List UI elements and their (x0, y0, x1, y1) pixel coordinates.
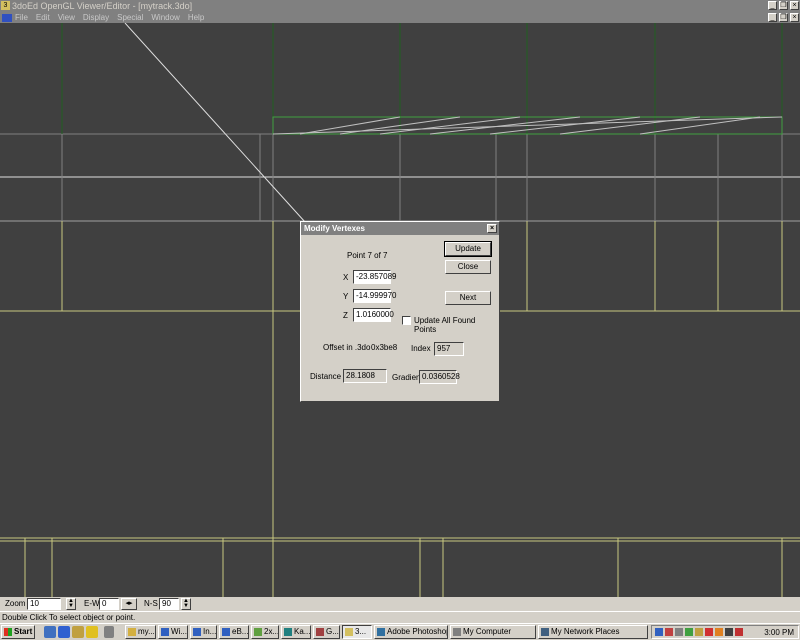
dialog-close-button[interactable]: × (487, 224, 497, 233)
menu-help[interactable]: Help (188, 13, 204, 22)
window-title: 3doEd OpenGL Viewer/Editor - [mytrack.3d… (12, 1, 193, 11)
index-label: Index (411, 344, 431, 353)
app-icon (284, 628, 292, 636)
y-field[interactable]: -14.999970 (353, 289, 396, 303)
ns-field[interactable]: 90 (159, 598, 179, 610)
ew-field[interactable]: 0 (99, 598, 119, 610)
tray-icon[interactable] (695, 628, 703, 636)
start-button[interactable]: Start (1, 625, 35, 639)
z-field[interactable]: 1.0160000 (353, 308, 394, 322)
dialog-title-bar: Modify Vertexes × (301, 222, 499, 235)
distance-label: Distance (310, 372, 342, 381)
task-button-4[interactable]: 2x... (251, 625, 279, 639)
windows-logo-icon (4, 628, 12, 636)
ew-spinner-icon[interactable]: ◂▸ (121, 598, 137, 610)
desktop-icon[interactable] (44, 626, 56, 638)
x-label: X (343, 273, 349, 282)
photoshop-icon (377, 628, 385, 636)
task-button-3doed[interactable]: 3... (342, 625, 372, 639)
ew-label: E-W (84, 599, 100, 608)
clock[interactable]: 3:00 PM (764, 627, 794, 639)
task-button-network[interactable]: My Network Places (538, 625, 648, 639)
document-icon[interactable] (2, 13, 12, 22)
menu-special[interactable]: Special (117, 13, 143, 22)
task-button-photoshop[interactable]: Adobe Photoshop (374, 625, 448, 639)
app-icon (316, 628, 324, 636)
dialog-title: Modify Vertexes (304, 224, 365, 233)
menu-bar: File Edit View Display Special Window He… (0, 12, 800, 23)
media-icon[interactable] (86, 626, 98, 638)
task-button-0[interactable]: my... (125, 625, 156, 639)
volume-icon[interactable] (725, 628, 733, 636)
view-toolbar: Zoom 10 ▲ ▼ E-W 0 ◂▸ N-S 90 ▲ ▼ (0, 597, 800, 611)
task-button-my-computer[interactable]: My Computer (450, 625, 536, 639)
update-all-checkbox[interactable] (402, 316, 411, 325)
close-button[interactable]: × (790, 1, 799, 10)
zoom-label: Zoom (5, 599, 26, 608)
outlook-icon[interactable] (72, 626, 84, 638)
menu-window[interactable]: Window (151, 13, 179, 22)
zoom-spinner-icon[interactable]: ▲ ▼ (66, 598, 76, 610)
menu-display[interactable]: Display (83, 13, 109, 22)
tray-icon[interactable] (735, 628, 743, 636)
menu-edit[interactable]: Edit (36, 13, 50, 22)
task-button-2[interactable]: In... (190, 625, 217, 639)
menu-view[interactable]: View (58, 13, 75, 22)
3doed-icon (345, 628, 353, 636)
tray-icon[interactable] (655, 628, 663, 636)
app-icon: 3 (1, 1, 10, 10)
ie-icon (193, 628, 201, 636)
task-button-5[interactable]: Ka... (281, 625, 311, 639)
y-label: Y (343, 292, 349, 301)
ie-icon[interactable] (58, 626, 70, 638)
tray-icon[interactable] (665, 628, 673, 636)
distance-field: 28.1808 (343, 369, 387, 383)
tray-icon[interactable] (685, 628, 693, 636)
computer-icon (453, 628, 461, 636)
minimize-button[interactable]: _ (768, 1, 777, 10)
tray-icon[interactable] (675, 628, 683, 636)
task-button-3[interactable]: eB... (219, 625, 249, 639)
doc-minimize-button[interactable]: _ (768, 13, 777, 22)
quicklaunch-more-icon[interactable] (104, 626, 114, 638)
folder-icon (128, 628, 136, 636)
index-field: 957 (434, 342, 464, 356)
zoom-field[interactable]: 10 (27, 598, 61, 610)
tray-icon[interactable] (705, 628, 713, 636)
status-bar: Double Click To select object or point. (0, 611, 800, 623)
gradient-field: 0.0360528 (419, 370, 460, 384)
close-dialog-button[interactable]: Close (445, 260, 491, 274)
offset-value: 0x3be8 (371, 343, 398, 352)
point-counter: Point 7 of 7 (347, 251, 388, 260)
offset-label: Offset in .3do (323, 343, 371, 352)
next-button[interactable]: Next (445, 291, 491, 305)
network-icon (541, 628, 549, 636)
z-label: Z (343, 311, 348, 320)
ie-icon (161, 628, 169, 636)
tray-icon[interactable] (715, 628, 723, 636)
title-bar: 3 3doEd OpenGL Viewer/Editor - [mytrack.… (0, 0, 800, 12)
doc-close-button[interactable]: × (790, 13, 799, 22)
ns-label: N-S (144, 599, 158, 608)
maximize-button[interactable]: ❐ (779, 1, 788, 10)
ns-spinner-icon[interactable]: ▲ ▼ (181, 598, 191, 610)
modify-vertexes-dialog: Modify Vertexes × Point 7 of 7 X -23.857… (300, 221, 500, 402)
update-button[interactable]: Update (444, 241, 492, 257)
app-icon (254, 628, 262, 636)
windows-taskbar: Start my... Wi... In... eB... 2x... Ka..… (0, 623, 800, 640)
status-text: Double Click To select object or point. (2, 613, 136, 622)
menu-file[interactable]: File (15, 13, 28, 22)
task-button-1[interactable]: Wi... (158, 625, 188, 639)
start-label: Start (14, 627, 33, 636)
system-tray: 3:00 PM (651, 625, 799, 639)
update-all-label: Update All Found Points (414, 316, 476, 334)
x-field[interactable]: -23.857089 (353, 270, 396, 284)
doc-restore-button[interactable]: ❐ (779, 13, 788, 22)
task-button-6[interactable]: G... (313, 625, 340, 639)
ie-icon (222, 628, 230, 636)
